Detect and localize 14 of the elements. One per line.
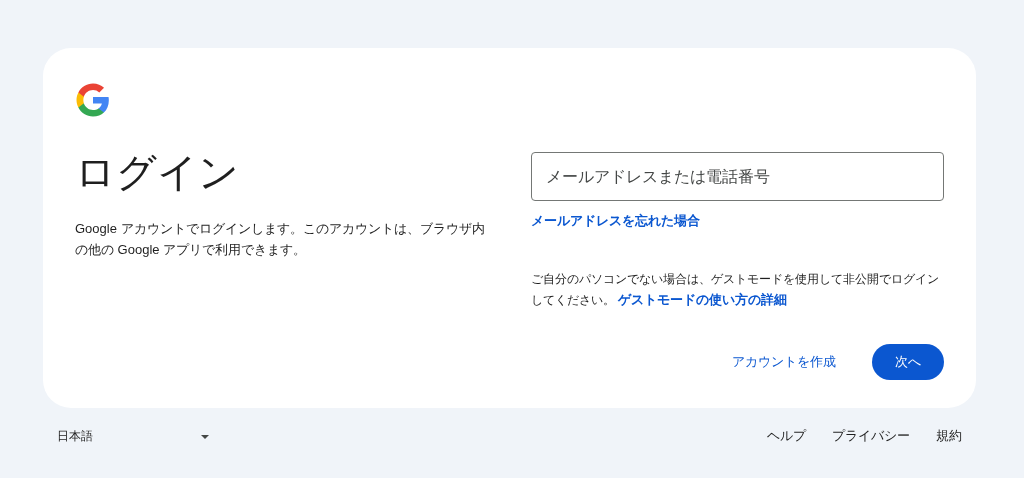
footer-link[interactable]: ヘルプ (767, 422, 806, 451)
forgot-email-link[interactable]: メールアドレスを忘れた場合 (531, 213, 700, 228)
caret-icon (201, 434, 209, 439)
language-select[interactable]: 日本語 (57, 422, 209, 451)
description-text: Google アカウントでログインします。このアカウントは、ブラウザ内の他の Google アプリで利用できます。 (75, 220, 486, 259)
create-account-button[interactable]: アカウントを作成 (732, 345, 836, 379)
page-heading: ログイン (75, 149, 240, 196)
google-logo-icon (75, 82, 111, 118)
guest-mode-notice: ご自分のパソコンでない場合は、ゲストモードを使用して非公開でログインしてください。 ゲストモードの使い方の詳細 (531, 271, 940, 309)
footer-link[interactable]: プライバシー (832, 422, 910, 451)
footer-link[interactable]: 規約 (936, 422, 962, 451)
guest-mode-link[interactable]: ゲストモードの使い方の詳細 (618, 291, 788, 307)
email-field[interactable]: メールアドレスまたは電話番号 (531, 152, 944, 201)
next-button[interactable]: 次へ (872, 344, 944, 380)
